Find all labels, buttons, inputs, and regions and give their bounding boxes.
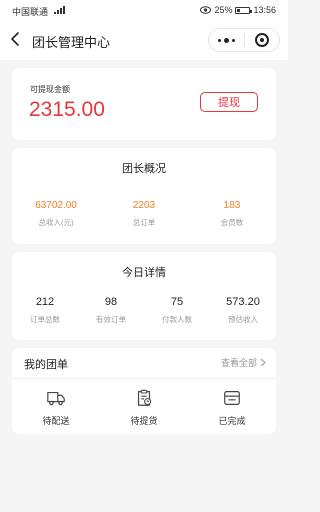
stat-paying-users: 75 付款人数 (144, 296, 210, 325)
signal-icon (54, 6, 65, 14)
stat-label: 付款人数 (162, 315, 192, 324)
balance-label: 可提现金额 (30, 85, 70, 94)
order-status-completed[interactable]: 已完成 (188, 388, 276, 427)
stat-label: 总收入(元) (38, 218, 74, 227)
more-menu-icon[interactable] (209, 29, 244, 51)
battery-icon (235, 6, 253, 14)
today-stats: 212 订单总数 98 有效订单 75 付款人数 573.20 预估收入 (12, 296, 276, 325)
withdraw-button[interactable]: 提现 (200, 92, 258, 112)
stat-value: 98 (104, 296, 118, 308)
nav-bar: 团长管理中心 (0, 20, 288, 60)
overview-stats: 63702.00 总收入(元) 2203 总订单 183 会员数 (12, 200, 276, 228)
stat-order-total: 212 订单总数 (12, 296, 78, 325)
order-status-label: 待配送 (42, 416, 70, 426)
view-all-label: 查看全部 (220, 358, 257, 368)
stat-value: 75 (170, 296, 184, 308)
leader-overview-card: 团长概况 63702.00 总收入(元) 2203 总订单 183 会员数 (12, 148, 276, 244)
stat-value: 63702.00 (35, 200, 77, 211)
order-status-label: 待提货 (130, 416, 158, 426)
close-miniprogram-icon[interactable] (245, 29, 279, 51)
stat-value: 2203 (132, 200, 156, 211)
stat-value: 212 (35, 296, 55, 308)
stat-total-orders: 2203 总订单 (100, 200, 188, 228)
order-status-pending-pickup[interactable]: 待提货 (100, 388, 188, 427)
stat-value: 183 (223, 200, 241, 211)
order-status-list: 待配送 待提货 已完成 (12, 388, 276, 427)
clipboard-clock-icon (137, 389, 152, 406)
carrier-label: 中国联通 (12, 7, 49, 17)
truck-icon (47, 391, 65, 406)
stat-label: 预估收入 (228, 315, 258, 324)
stat-label: 有效订单 (96, 315, 126, 324)
orders-title: 我的团单 (24, 359, 68, 371)
completed-box-icon (224, 391, 240, 405)
miniprogram-capsule (208, 28, 280, 52)
battery-percent: 25% (214, 5, 233, 15)
balance-amount: 2315.00 (29, 98, 105, 121)
stat-label: 订单总数 (30, 315, 60, 324)
overview-title: 团长概况 (122, 163, 166, 175)
withdrawable-balance-card: 可提现金额 2315.00 提现 (12, 68, 276, 140)
order-status-label: 已完成 (218, 416, 246, 426)
stat-member-count: 183 会员数 (188, 200, 276, 228)
chevron-right-icon (260, 358, 266, 367)
today-title: 今日详情 (122, 267, 166, 279)
stat-total-income: 63702.00 总收入(元) (12, 200, 100, 228)
stat-label: 总订单 (132, 218, 156, 227)
divider (12, 378, 276, 379)
eye-icon (200, 6, 212, 14)
order-status-pending-delivery[interactable]: 待配送 (12, 388, 100, 427)
my-group-orders-card: 我的团单 查看全部 待配送 待提货 已完成 (12, 348, 276, 434)
stat-valid-orders: 98 有效订单 (78, 296, 144, 325)
today-details-card: 今日详情 212 订单总数 98 有效订单 75 付款人数 573.20 预估收… (12, 252, 276, 340)
stat-label: 会员数 (220, 218, 244, 227)
page-title: 团长管理中心 (32, 35, 111, 50)
status-bar: 中国联通 25% 13:56 (0, 0, 288, 20)
stat-estimated-income: 573.20 预估收入 (210, 296, 276, 325)
back-arrow-icon[interactable] (8, 30, 24, 48)
clock: 13:56 (253, 5, 276, 15)
view-all-link[interactable]: 查看全部 (221, 356, 266, 369)
stat-value: 573.20 (226, 296, 260, 308)
